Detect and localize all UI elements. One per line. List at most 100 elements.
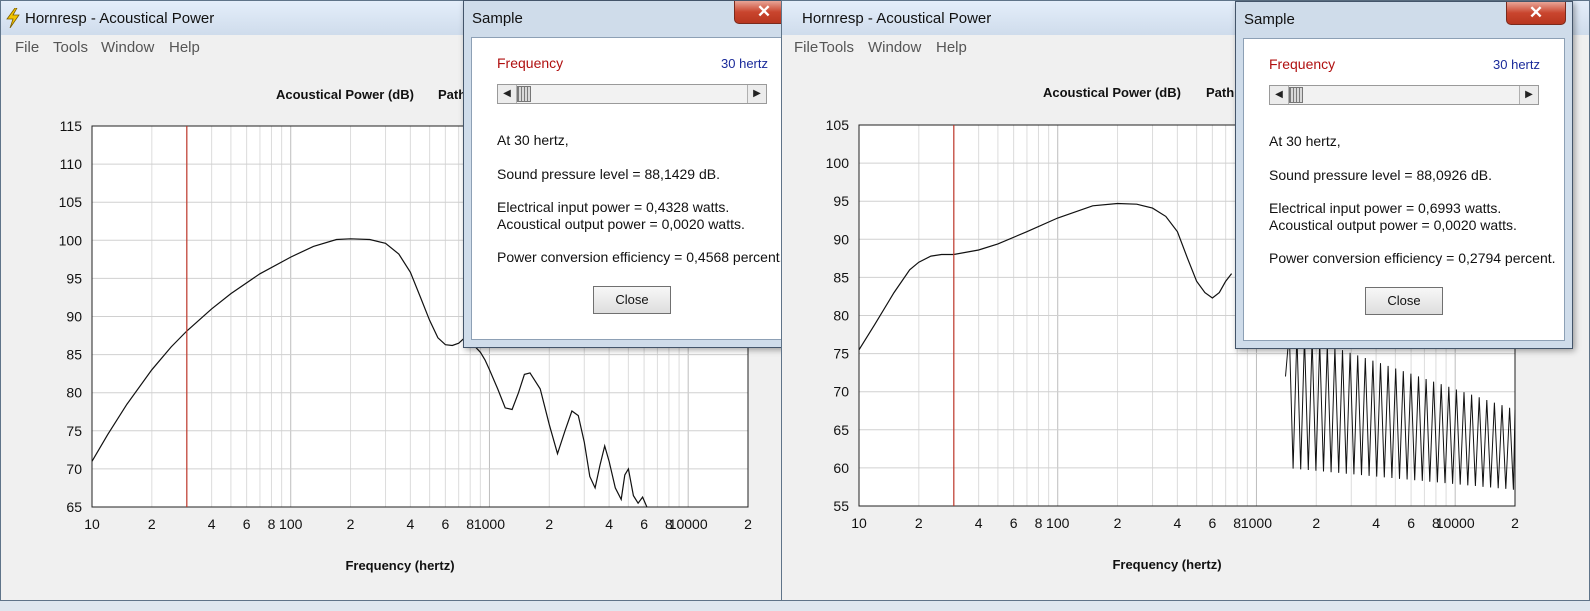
y-tick-label: 60	[833, 460, 849, 476]
x-tick-label: 4	[975, 515, 983, 531]
x-tick-label: 100	[279, 516, 303, 532]
menu-tools[interactable]: Tools	[53, 39, 88, 56]
y-tick-label: 75	[66, 423, 82, 439]
chart-title-extra: Path	[1206, 85, 1234, 100]
window-title: Hornresp - Acoustical Power	[25, 10, 215, 27]
x-tick-label: 2	[1312, 515, 1320, 531]
info-efficiency: Power conversion efficiency = 0,4568 per…	[497, 249, 784, 265]
info-frequency: At 30 hertz,	[1269, 133, 1341, 149]
info-acoustical-power: Acoustical output power = 0,0020 watts.	[497, 216, 745, 232]
x-tick-label: 4	[1173, 515, 1181, 531]
y-tick-label: 65	[66, 499, 82, 515]
x-tick-label: 2	[915, 515, 923, 531]
menu-file[interactable]: File	[15, 39, 39, 56]
y-tick-label: 70	[66, 461, 82, 477]
x-tick-label: 6	[1010, 515, 1018, 531]
x-tick-label: 1000	[1241, 515, 1272, 531]
lightning-icon	[6, 8, 20, 28]
y-tick-label: 75	[833, 346, 849, 362]
info-electrical-power: Electrical input power = 0,6993 watts.	[1269, 200, 1502, 216]
y-tick-label: 105	[59, 194, 83, 210]
x-tick-label: 4	[406, 516, 414, 532]
x-tick-label: 10000	[669, 516, 708, 532]
y-tick-label: 90	[66, 309, 82, 325]
y-tick-label: 110	[60, 156, 83, 172]
y-tick-label: 85	[66, 347, 82, 363]
x-tick-label: 6	[1407, 515, 1415, 531]
y-tick-label: 65	[833, 422, 849, 438]
scroll-right-arrow-icon[interactable]: ▶	[1519, 86, 1538, 104]
scroll-right-arrow-icon[interactable]: ▶	[747, 85, 766, 103]
x-tick-label: 8	[1035, 515, 1043, 531]
info-frequency: At 30 hertz,	[497, 132, 569, 148]
x-axis-label: Frequency (hertz)	[1112, 557, 1221, 572]
x-tick-label: 2	[545, 516, 553, 532]
chart-title: Acoustical Power (dB)	[1043, 85, 1181, 100]
frequency-label: Frequency	[1269, 56, 1336, 72]
x-tick-label: 2	[1511, 515, 1519, 531]
y-tick-label: 55	[833, 498, 849, 514]
close-button[interactable]: Close	[593, 286, 671, 314]
chart-title-extra: Path	[438, 87, 466, 102]
menu-tools[interactable]: Tools	[819, 39, 854, 56]
x-tick-label: 2	[1114, 515, 1122, 531]
window-title: Hornresp - Acoustical Power	[802, 10, 992, 27]
info-efficiency: Power conversion efficiency = 0,2794 per…	[1269, 250, 1556, 266]
menu-window[interactable]: Window	[868, 39, 921, 56]
frequency-label: Frequency	[497, 55, 564, 71]
y-tick-label: 85	[833, 269, 849, 285]
x-tick-label: 2	[744, 516, 752, 532]
y-tick-label: 100	[59, 232, 83, 248]
info-spl: Sound pressure level = 88,0926 dB.	[1269, 167, 1492, 183]
x-tick-label: 100	[1046, 515, 1070, 531]
dialog-body: Frequency 30 hertz ◀ ▶ At 30 hertz, Soun…	[471, 37, 793, 340]
x-tick-label: 2	[347, 516, 355, 532]
scroll-left-arrow-icon[interactable]: ◀	[498, 85, 517, 103]
frequency-scrollbar[interactable]: ◀ ▶	[497, 84, 767, 104]
frequency-value: 30 hertz	[721, 56, 768, 71]
info-electrical-power: Electrical input power = 0,4328 watts.	[497, 199, 730, 215]
dialog-title: Sample	[1244, 11, 1295, 28]
chart-title: Acoustical Power (dB)	[276, 87, 414, 102]
menu-help[interactable]: Help	[936, 39, 967, 56]
menu-window[interactable]: Window	[101, 39, 154, 56]
x-tick-label: 4	[605, 516, 613, 532]
x-tick-label: 10	[851, 515, 867, 531]
x-tick-label: 6	[243, 516, 251, 532]
y-tick-label: 95	[66, 270, 82, 286]
x-tick-label: 6	[441, 516, 449, 532]
x-tick-label: 10000	[1436, 515, 1475, 531]
dialog-title: Sample	[472, 10, 523, 27]
menu-help[interactable]: Help	[169, 39, 200, 56]
x-tick-label: 2	[148, 516, 156, 532]
y-tick-label: 95	[833, 193, 849, 209]
dialog-body: Frequency 30 hertz ◀ ▶ At 30 hertz, Soun…	[1243, 38, 1565, 341]
x-tick-label: 1000	[474, 516, 505, 532]
sample-dialog-left: Sample ✕ Frequency 30 hertz ◀ ▶ At 30 he…	[463, 0, 801, 348]
info-spl: Sound pressure level = 88,1429 dB.	[497, 166, 720, 182]
x-tick-label: 6	[1208, 515, 1216, 531]
x-tick-label: 6	[640, 516, 648, 532]
x-tick-label: 4	[1372, 515, 1380, 531]
dialog-close-icon[interactable]: ✕	[1506, 2, 1566, 25]
info-acoustical-power: Acoustical output power = 0,0020 watts.	[1269, 217, 1517, 233]
x-tick-label: 10	[84, 516, 100, 532]
close-button[interactable]: Close	[1365, 287, 1443, 315]
y-tick-label: 100	[826, 155, 850, 171]
scroll-thumb[interactable]	[1289, 87, 1303, 103]
y-tick-label: 80	[66, 385, 82, 401]
scroll-thumb[interactable]	[517, 86, 531, 102]
frequency-value: 30 hertz	[1493, 57, 1540, 72]
frequency-scrollbar[interactable]: ◀ ▶	[1269, 85, 1539, 105]
y-tick-label: 90	[833, 231, 849, 247]
x-axis-label: Frequency (hertz)	[345, 558, 454, 573]
y-tick-label: 70	[833, 384, 849, 400]
x-tick-label: 8	[268, 516, 276, 532]
y-tick-label: 115	[60, 118, 83, 134]
sample-dialog-right: Sample ✕ Frequency 30 hertz ◀ ▶ At 30 he…	[1235, 1, 1573, 349]
y-tick-label: 80	[833, 308, 849, 324]
scroll-left-arrow-icon[interactable]: ◀	[1270, 86, 1289, 104]
x-tick-label: 4	[208, 516, 216, 532]
y-tick-label: 105	[826, 117, 850, 133]
menu-file[interactable]: File	[794, 39, 818, 56]
